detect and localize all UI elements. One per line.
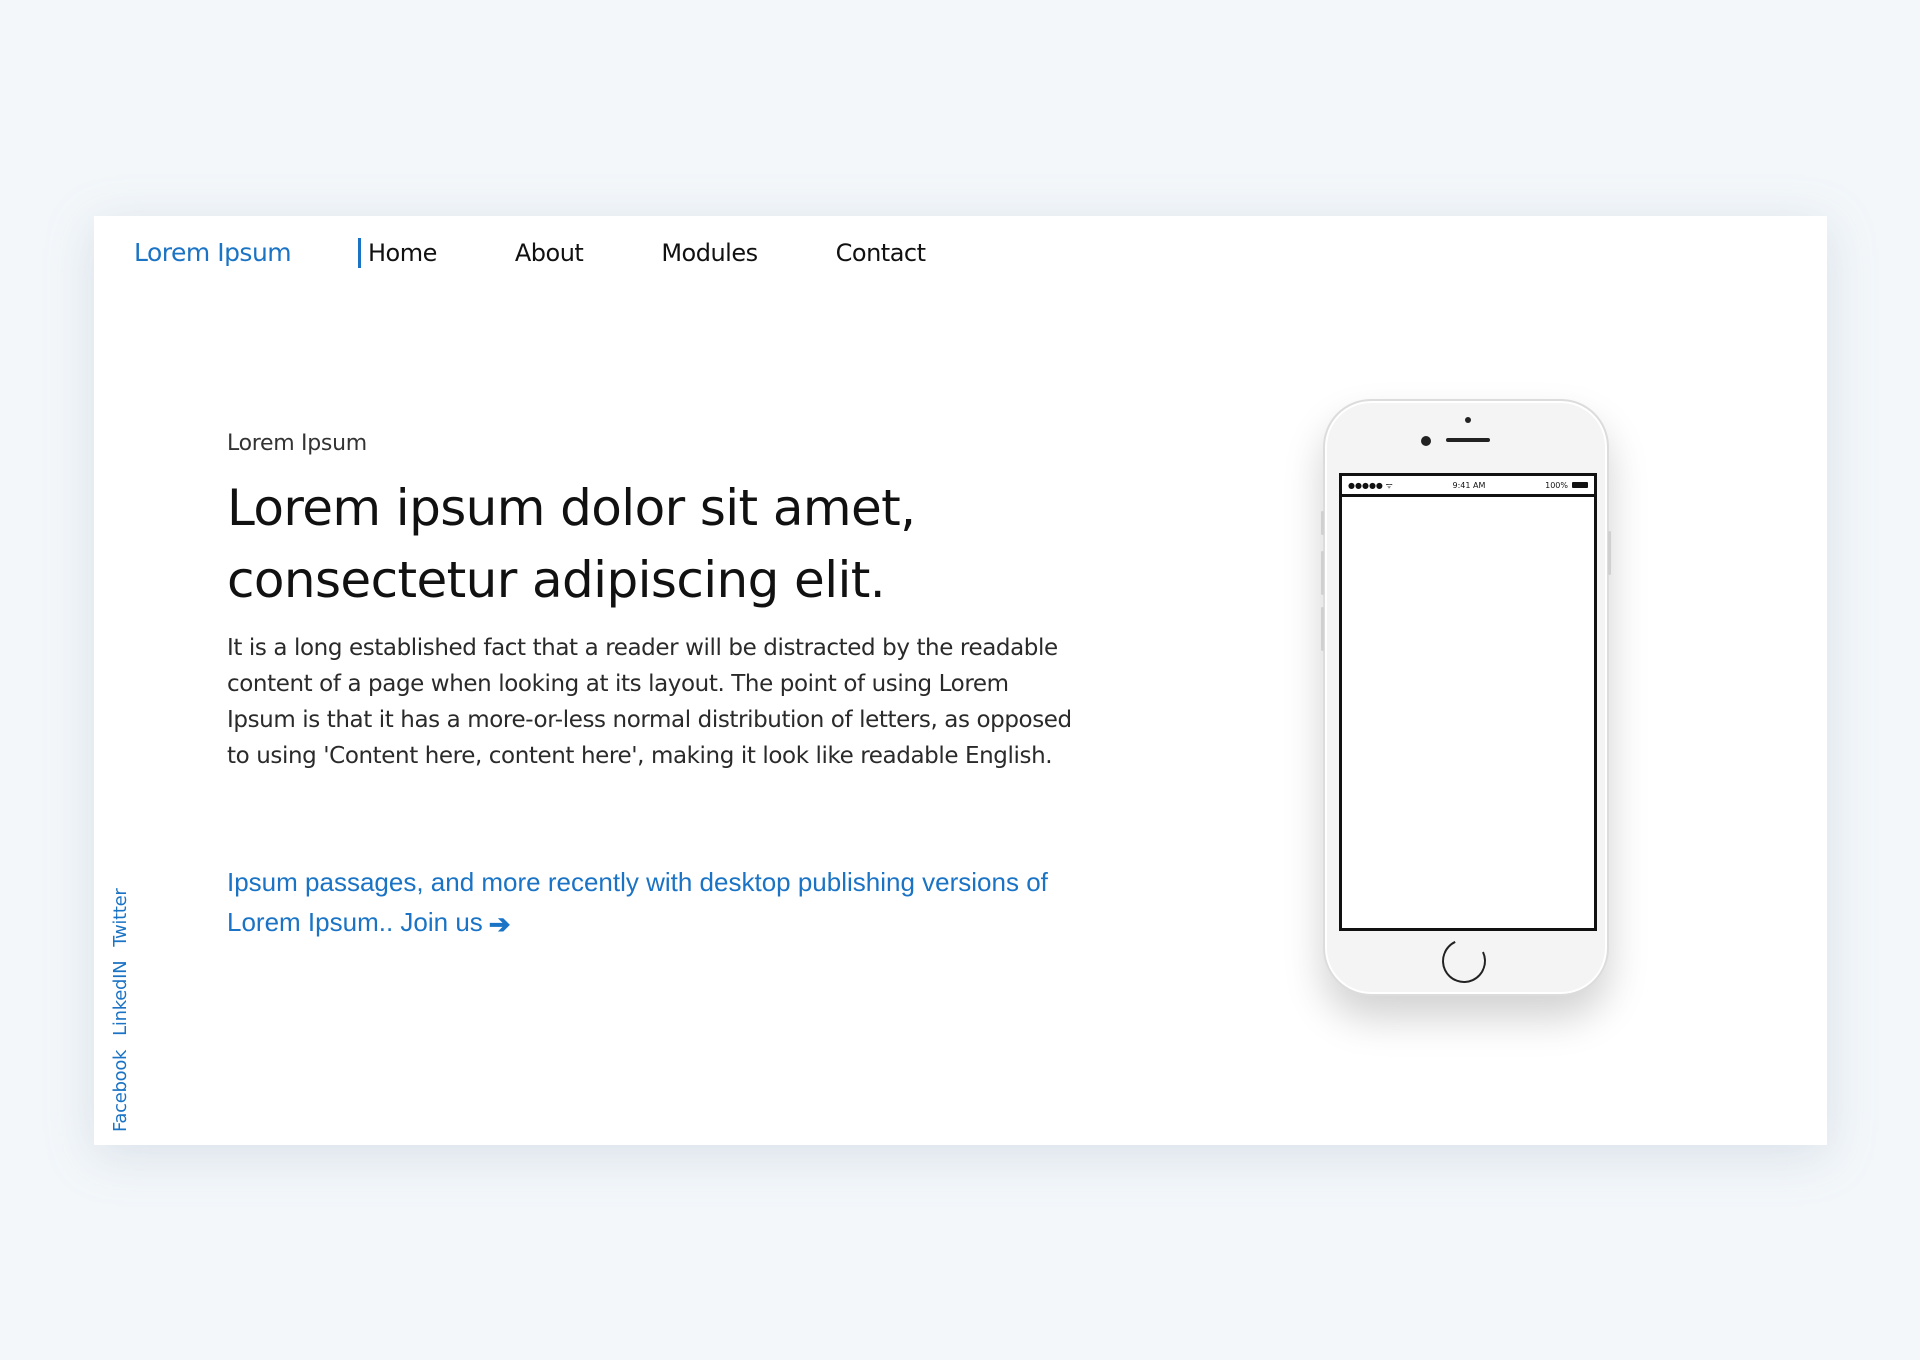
nav-item-home[interactable]: Home: [368, 239, 437, 267]
nav-item-contact[interactable]: Contact: [836, 239, 926, 267]
headline-line-1: Lorem ipsum dolor sit amet,: [227, 479, 916, 537]
active-indicator: [358, 238, 361, 268]
brand-logo[interactable]: Lorem Ipsum: [134, 238, 292, 267]
main-nav: Home About Modules Contact: [358, 238, 926, 268]
status-time: 9:41 AM: [1452, 480, 1486, 490]
phone-status-bar: ●●●●● ᯤ 9:41 AM 100%: [1342, 476, 1594, 497]
camera-icon: [1421, 436, 1431, 446]
phone-speaker: [1446, 438, 1490, 442]
hero-paragraph: It is a long established fact that a rea…: [227, 635, 1072, 769]
phone-home-button[interactable]: [1435, 932, 1493, 990]
nav-item-about[interactable]: About: [515, 239, 584, 267]
social-facebook-link[interactable]: Facebook: [110, 1050, 131, 1132]
hero-headline: Lorem ipsum dolor sit amet, consectetur …: [227, 472, 987, 616]
phone-side-button: [1321, 551, 1324, 595]
phone-side-button: [1321, 607, 1324, 651]
phone-side-button: [1321, 511, 1324, 535]
nav-item-modules[interactable]: Modules: [661, 239, 758, 267]
battery-icon: [1571, 482, 1588, 488]
phone-power-button: [1608, 531, 1611, 575]
social-twitter-link[interactable]: Twitter: [110, 888, 131, 946]
phone-sensor: [1465, 417, 1471, 423]
battery-percent: 100%: [1545, 480, 1568, 490]
arrow-right-icon[interactable]: ➔: [489, 904, 511, 944]
signal-icon: ●●●●● ᯤ: [1348, 480, 1393, 490]
phone-screen: ●●●●● ᯤ 9:41 AM 100%: [1339, 473, 1597, 931]
headline-line-2: consectetur adipiscing elit.: [227, 551, 886, 609]
battery-status: 100%: [1545, 481, 1588, 490]
social-linkedin-link[interactable]: LinkedIN: [110, 961, 131, 1036]
cta-text[interactable]: Ipsum passages, and more recently with d…: [227, 867, 1048, 937]
hero-kicker: Lorem Ipsum: [227, 431, 367, 456]
landing-card: Lorem Ipsum Home About Modules Contact L…: [94, 216, 1827, 1145]
phone-mockup: ●●●●● ᯤ 9:41 AM 100%: [1321, 399, 1611, 996]
join-us-link[interactable]: Ipsum passages, and more recently with d…: [227, 862, 1087, 944]
social-links: Facebook LinkedIN Twitter: [110, 888, 131, 1132]
